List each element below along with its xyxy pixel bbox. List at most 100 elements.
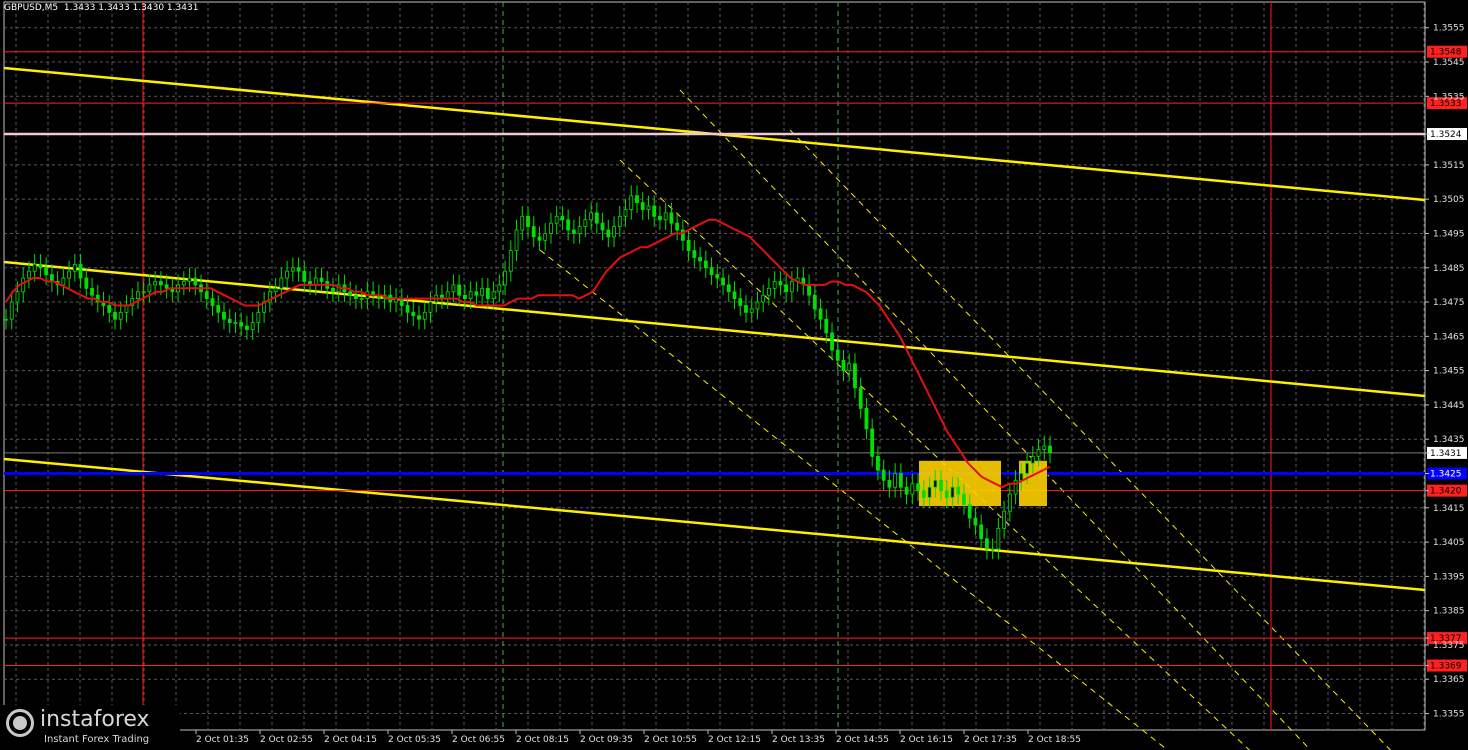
candle-body — [726, 284, 731, 293]
x-tick-label: 2 Oct 05:35 — [388, 735, 441, 745]
candle-body — [227, 318, 232, 324]
candle-body — [445, 291, 450, 300]
candle-body — [422, 311, 427, 320]
y-tick-label: 1.3355 — [1433, 710, 1465, 720]
candle-body — [44, 267, 49, 276]
x-tick-label: 2 Oct 09:35 — [580, 735, 633, 745]
candle-body — [686, 239, 691, 252]
candle-body — [744, 305, 748, 313]
candle-body — [78, 263, 83, 279]
candles — [4, 185, 1052, 560]
candle-body — [738, 298, 743, 306]
candle-body — [956, 486, 961, 495]
x-tick-label: 2 Oct 04:15 — [324, 735, 377, 745]
candle-body — [405, 305, 410, 313]
candle-body — [451, 284, 456, 293]
candle-body — [136, 291, 140, 300]
candle-body — [313, 277, 318, 286]
candle-body — [399, 298, 404, 306]
candle-body — [715, 274, 720, 279]
candle-body — [61, 277, 66, 286]
candle-body — [27, 270, 31, 279]
candle-body — [623, 209, 628, 217]
candle-body — [296, 267, 301, 272]
candle-body — [635, 195, 639, 204]
candle-body — [594, 212, 599, 224]
candle-body — [967, 503, 972, 519]
candle-body — [331, 287, 335, 293]
candle-body — [153, 281, 158, 286]
candle-body — [411, 311, 416, 317]
axes: 1.3555 1.3545 1.3535 1.3515 1.3505 1.3495 1.34… — [195, 24, 1465, 745]
candle-body — [921, 490, 926, 498]
candle-body — [302, 270, 307, 282]
candle-body — [537, 236, 542, 241]
candle-body — [204, 291, 209, 300]
candle-body — [554, 215, 559, 224]
candle-body — [904, 486, 909, 495]
x-tick-label: 2 Oct 10:55 — [644, 735, 697, 745]
candle-body — [72, 263, 77, 272]
candle-body — [990, 548, 995, 551]
candle-body — [250, 322, 255, 330]
y-tick-label: 1.3465 — [1433, 332, 1465, 342]
level-label: 1.3431 — [1430, 449, 1462, 459]
y-tick-label: 1.3445 — [1433, 401, 1465, 411]
candle-body — [245, 325, 249, 330]
candle-body — [916, 483, 920, 492]
candle-body — [9, 301, 14, 320]
candle-body — [583, 219, 588, 228]
y-tick-label: 1.3485 — [1433, 264, 1465, 274]
candle-body — [858, 387, 863, 409]
candle-body — [652, 205, 657, 217]
candle-body — [239, 322, 244, 327]
candle-body — [749, 308, 754, 313]
y-tick-label: 1.3555 — [1433, 24, 1465, 34]
candle-body — [84, 277, 89, 289]
candle-body — [985, 538, 989, 550]
candle-body — [646, 205, 651, 210]
candle-body — [663, 212, 668, 221]
candle-body — [617, 215, 622, 228]
candle-body — [319, 277, 324, 282]
candle-body — [457, 284, 462, 296]
candle-body — [606, 229, 611, 238]
candle-body — [210, 298, 215, 306]
candle-body — [876, 455, 880, 471]
x-tick-label: 2 Oct 01:35 — [196, 735, 249, 745]
candle-body — [15, 291, 20, 303]
candle-body — [818, 308, 823, 320]
y-tick-label: 1.3515 — [1433, 161, 1465, 171]
candle-body — [49, 274, 54, 282]
candle-body — [560, 215, 565, 221]
candle-body — [520, 215, 525, 231]
y-tick-label: 1.3495 — [1433, 229, 1465, 239]
candle-body — [1048, 445, 1052, 454]
x-tick-label: 2 Oct 13:35 — [772, 735, 825, 745]
candle-body — [514, 229, 519, 252]
x-tick-label: 2 Oct 12:15 — [708, 735, 761, 745]
candle-body — [853, 363, 857, 389]
candle-body — [32, 263, 37, 272]
y-tick-label: 1.3395 — [1433, 572, 1465, 582]
y-tick-label: 1.3455 — [1433, 367, 1465, 377]
candle-body — [721, 277, 725, 286]
y-tick-label: 1.3415 — [1433, 504, 1465, 514]
level-label: 1.3425 — [1430, 470, 1462, 480]
candle-body — [658, 215, 662, 221]
candle-body — [181, 281, 186, 286]
candle-body — [193, 277, 198, 286]
candle-body — [881, 469, 886, 481]
candle-body — [835, 349, 840, 361]
candle-body — [910, 483, 915, 495]
candle-body — [675, 222, 680, 231]
candle-body — [428, 301, 433, 313]
candle-body — [124, 305, 129, 313]
candle-body — [508, 250, 513, 272]
candle-body — [107, 305, 112, 313]
channel-dashed-line — [679, 89, 1312, 750]
candle-body — [950, 486, 955, 498]
price-levels: 1.35481.35331.35241.34311.34251.34201.33… — [4, 45, 1467, 672]
candle-body — [824, 318, 829, 334]
candle-body — [158, 281, 163, 286]
